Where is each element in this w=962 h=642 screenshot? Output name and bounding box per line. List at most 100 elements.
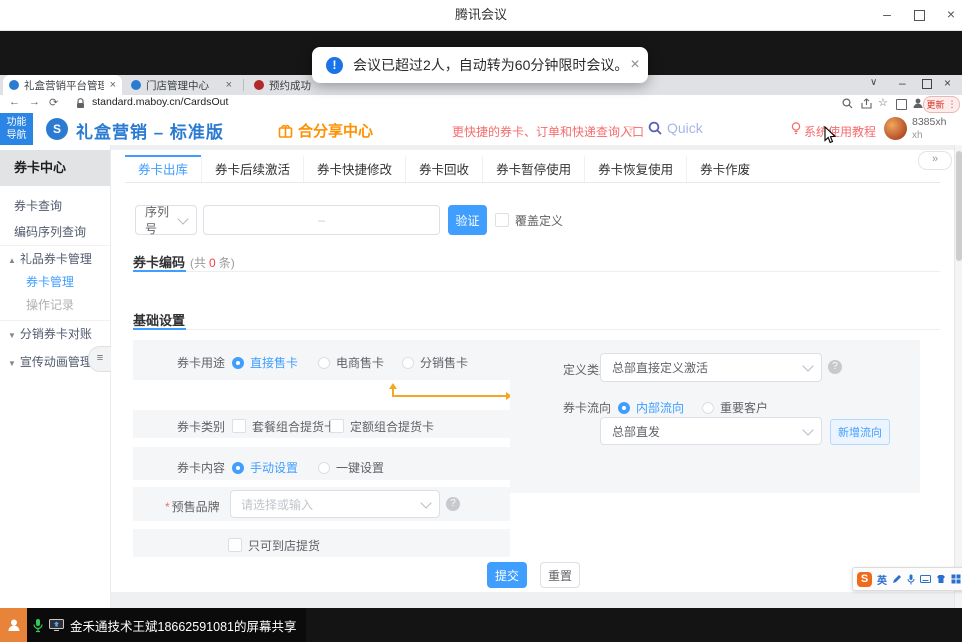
tab-card-recall[interactable]: 券卡回收	[405, 155, 482, 182]
tab-card-outbound[interactable]: 券卡出库	[125, 155, 201, 182]
radio-internal-flow[interactable]: 内部流向	[618, 399, 684, 417]
serial-input[interactable]	[203, 205, 440, 235]
sidebar-panel-icon[interactable]	[896, 99, 907, 110]
def-type-value: 总部直接定义激活	[612, 359, 708, 376]
checkbox-fixed-combo-pickup-card[interactable]: 定额组合提货卡	[330, 418, 434, 436]
radio-manual-setting[interactable]: 手动设置	[232, 459, 298, 477]
expand-more-button[interactable]: »	[918, 151, 952, 170]
content-label: 券卡内容	[177, 459, 225, 476]
nav-toggle-button[interactable]: 功能 导航	[0, 113, 33, 145]
checkbox-icon	[330, 419, 344, 433]
codes-underline	[133, 270, 186, 272]
sogou-logo-icon[interactable]: S	[857, 572, 872, 587]
brand-name: 礼盒营销 – 标准版	[76, 118, 224, 143]
tab-label: 券卡快捷修改	[317, 163, 392, 177]
sidebar-item-distribution-reconcile[interactable]: ▼分销券卡对账	[0, 320, 110, 346]
radio-distribution-sale[interactable]: 分销售卡	[402, 354, 468, 372]
basic-section-title: 基础设置	[133, 310, 185, 329]
bulb-icon	[791, 122, 801, 135]
sidebar-item-gift-card-mgmt[interactable]: ▲礼品券卡管理	[0, 245, 110, 271]
caret-down-icon: ▼	[8, 359, 16, 368]
nav-toggle-line2: 导航	[0, 129, 33, 142]
tab-label: 券卡后续激活	[215, 163, 290, 177]
checkbox-store-pickup-only[interactable]: 只可到店提货	[228, 537, 320, 555]
browser-restore-icon[interactable]	[922, 79, 932, 89]
tab-quick-modify[interactable]: 券卡快捷修改	[303, 155, 405, 182]
sharer-avatar	[0, 608, 27, 642]
site-favicon	[131, 80, 141, 90]
tab-suspend-use[interactable]: 券卡暂停使用	[482, 155, 584, 182]
submit-button[interactable]: 提交	[487, 562, 527, 588]
browser-minimize-icon[interactable]: –	[899, 76, 906, 90]
forward-icon[interactable]: →	[29, 96, 40, 108]
sidebar-item-code-sequence-query[interactable]: 编码序列查询	[0, 219, 110, 245]
checkbox-combo-pickup-card[interactable]: 套餐组合提货卡	[232, 418, 336, 436]
close-window-icon[interactable]: ×	[936, 0, 962, 30]
search-icon	[648, 121, 662, 135]
sidebar-item-card-query[interactable]: 券卡查询	[0, 193, 110, 219]
notification-close-icon[interactable]: ×	[628, 56, 641, 74]
tab-card-void[interactable]: 券卡作废	[686, 155, 763, 182]
browser-tab-1[interactable]: 礼盒营销平台管理中心 ×	[3, 75, 122, 95]
serial-field-select[interactable]: 序列号	[135, 205, 197, 235]
radio-direct-sale[interactable]: 直接售卡	[232, 354, 298, 372]
brand-select[interactable]: 请选择或输入	[230, 490, 440, 518]
quick-search[interactable]: Quick	[648, 120, 703, 136]
radio-onekey-setting[interactable]: 一键设置	[318, 459, 384, 477]
help-icon[interactable]: ?	[446, 497, 460, 511]
radio-off-icon	[402, 357, 414, 369]
share-icon[interactable]	[861, 98, 872, 109]
back-icon[interactable]: ←	[9, 96, 20, 108]
tutorial-link[interactable]: 系统使用教程	[804, 123, 876, 140]
radio-important-customer[interactable]: 重要客户	[702, 399, 768, 417]
flow-select[interactable]: 总部直发	[600, 417, 822, 445]
keyboard-icon[interactable]	[920, 574, 931, 584]
minimize-icon[interactable]: –	[872, 0, 902, 30]
page-scrollbar[interactable]	[954, 145, 962, 608]
tab-close-icon[interactable]: ×	[220, 79, 232, 91]
grid-icon[interactable]	[951, 574, 961, 584]
zoom-icon[interactable]	[842, 98, 853, 109]
overwrite-checkbox[interactable]: 覆盖定义	[495, 212, 563, 229]
def-type-select[interactable]: 总部直接定义激活	[600, 353, 822, 382]
refresh-icon[interactable]: ⟳	[49, 96, 58, 109]
tab-followup-activate[interactable]: 券卡后续激活	[201, 155, 303, 182]
verify-button[interactable]: 验证	[448, 205, 487, 235]
tab-label: 券卡出库	[138, 163, 188, 177]
reset-button[interactable]: 重置	[540, 562, 580, 588]
tab-resume-use[interactable]: 券卡恢复使用	[584, 155, 686, 182]
browser-close-icon[interactable]: ×	[944, 76, 951, 90]
more-icon[interactable]: ⋮	[948, 99, 957, 110]
overwrite-label: 覆盖定义	[515, 214, 563, 228]
search-tabs-icon[interactable]: ∨	[870, 77, 877, 88]
scrollbar-thumb[interactable]	[956, 151, 962, 261]
codes-divider	[186, 271, 940, 272]
sidebar-item-label: 券卡管理	[26, 275, 74, 289]
share-center-link[interactable]: 合分享中心	[278, 120, 373, 141]
chevron-down-icon	[177, 213, 188, 224]
browser-tab-2[interactable]: 门店管理中心 ×	[125, 75, 238, 95]
help-icon[interactable]: ?	[828, 360, 842, 374]
sidebar-collapse-handle[interactable]: ≡	[88, 346, 111, 372]
sidebar-item-operation-log[interactable]: 操作记录	[0, 292, 110, 318]
chevron-down-icon	[802, 424, 813, 435]
brand-placeholder: 请选择或输入	[241, 496, 313, 513]
required-star: *	[165, 500, 170, 514]
share-banner-text: 金禾通技术王斌18662591081的屏幕共享	[70, 616, 296, 635]
pen-icon[interactable]	[892, 574, 902, 584]
url-text[interactable]: standard.maboy.cn/CardsOut	[92, 96, 228, 108]
ime-lang-toggle[interactable]: 英	[877, 572, 887, 587]
maximize-icon[interactable]	[904, 0, 934, 30]
radio-ecommerce-sale[interactable]: 电商售卡	[318, 354, 384, 372]
add-flow-button[interactable]: 新增流向	[830, 419, 890, 445]
avatar[interactable]	[884, 117, 907, 140]
tab-close-icon[interactable]: ×	[104, 79, 116, 91]
radio-off-icon	[702, 402, 714, 414]
ime-toolbar[interactable]: S 英	[852, 567, 962, 591]
lock-icon[interactable]	[76, 98, 85, 109]
sidebar-item-label: 编码序列查询	[14, 225, 86, 239]
mic-icon[interactable]	[907, 574, 915, 585]
skin-icon[interactable]	[936, 574, 946, 584]
star-icon[interactable]: ☆	[878, 96, 888, 109]
update-button[interactable]: 更新 ⋮	[923, 96, 960, 113]
